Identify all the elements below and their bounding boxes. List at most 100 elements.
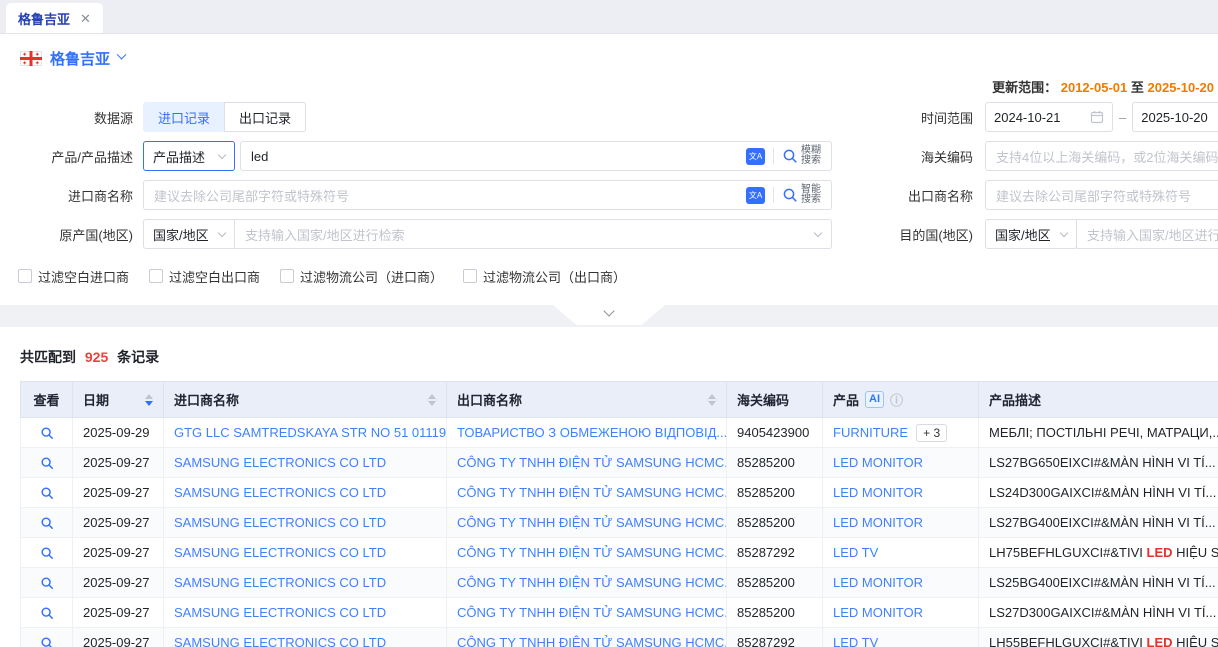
exporter-link[interactable]: ТОВАРИСТВО З ОБМЕЖЕНОЮ ВІДПОВІД...	[457, 425, 727, 440]
data-source-label: 数据源	[0, 108, 139, 127]
exporter-link[interactable]: CÔNG TY TNHH ĐIỆN TỬ SAMSUNG HCMC...	[457, 455, 727, 470]
divider	[773, 148, 774, 164]
product-tag[interactable]: LED MONITOR	[833, 515, 923, 530]
importer-link[interactable]: SAMSUNG ELECTRONICS CO LTD	[174, 605, 386, 620]
importer-name-input[interactable]: 建议去除公司尾部字符或特殊符号 文A 智能 搜索	[143, 180, 832, 210]
column-header-查看: 查看	[21, 382, 73, 418]
smart-search-button[interactable]: 智能 搜索	[782, 185, 821, 205]
importer-link[interactable]: SAMSUNG ELECTRONICS CO LTD	[174, 575, 386, 590]
product-search-input[interactable]: led 文A 模糊 搜索	[240, 141, 832, 171]
product-tag[interactable]: LED MONITOR	[833, 575, 923, 590]
date-end-value: 2025-10-20	[1141, 110, 1208, 125]
magnifier-icon	[40, 636, 54, 647]
product-mode-select[interactable]: 产品描述	[143, 141, 235, 171]
exporter-link[interactable]: CÔNG TY TNHH ĐIỆN TỬ SAMSUNG HCMC...	[457, 545, 727, 560]
column-header-日期[interactable]: 日期	[73, 382, 164, 418]
tab-bar: 格鲁吉亚 ✕	[0, 0, 1218, 34]
destination-country-select[interactable]: 国家/地区	[985, 219, 1077, 249]
sort-carets[interactable]	[708, 394, 716, 406]
origin-country-select[interactable]: 国家/地区	[143, 219, 235, 249]
close-icon[interactable]: ✕	[80, 12, 91, 25]
view-record-button[interactable]	[40, 486, 54, 500]
fuzzy-search-label: 模糊 搜索	[801, 146, 821, 166]
exporter-link[interactable]: CÔNG TY TNHH ĐIỆN TỬ SAMSUNG HCMC...	[457, 515, 727, 530]
exporter-link[interactable]: CÔNG TY TNHH ĐIỆN TỬ SAMSUNG HCMC...	[457, 635, 727, 647]
view-record-button[interactable]	[40, 516, 54, 530]
product-tag[interactable]: LED MONITOR	[833, 605, 923, 620]
hs-code-input[interactable]: 支持4位以上海关编码，或2位海关编码加	[985, 141, 1218, 171]
hs-code-placeholder: 支持4位以上海关编码，或2位海关编码加	[996, 147, 1218, 166]
destination-select-value: 国家/地区	[995, 225, 1051, 244]
date-end-input[interactable]: 2025-10-20	[1132, 102, 1218, 132]
exporter-link[interactable]: CÔNG TY TNHH ĐIỆN TỬ SAMSUNG HCMC...	[457, 485, 727, 500]
filter-checkbox-1[interactable]: 过滤空白出口商	[149, 267, 260, 286]
country-header[interactable]: 格鲁吉亚	[0, 34, 1218, 69]
record-date: 2025-09-27	[73, 598, 164, 628]
tab-export-records[interactable]: 出口记录	[224, 102, 306, 132]
importer-link[interactable]: GTG LLC SAMTREDSKAYA STR NO 51 01119...	[174, 425, 447, 440]
product-description: LH75BEFHLGUXCI#&TIVI LED HIỆU S...	[979, 538, 1218, 568]
collapse-panel-button[interactable]	[553, 305, 665, 325]
checkbox-unchecked-icon[interactable]	[280, 269, 294, 283]
view-record-button[interactable]	[40, 456, 54, 470]
view-record-button[interactable]	[40, 546, 54, 560]
filter-checkbox-3[interactable]: 过滤物流公司（出口商）	[463, 267, 626, 286]
chevron-down-icon[interactable]	[117, 49, 127, 59]
exporter-name-input[interactable]: 建议去除公司尾部字符或特殊符号	[985, 180, 1218, 210]
info-icon[interactable]: ⓘ	[890, 390, 903, 409]
product-label: 产品/产品描述	[0, 147, 139, 166]
filter-row-product: 产品/产品描述 产品描述 led 文A 模糊 搜索	[0, 141, 1218, 171]
date-start-input[interactable]: 2024-10-21	[985, 102, 1113, 132]
product-tag[interactable]: LED TV	[833, 545, 878, 560]
tab-georgia[interactable]: 格鲁吉亚 ✕	[6, 3, 103, 33]
exporter-link[interactable]: CÔNG TY TNHH ĐIỆN TỬ SAMSUNG HCMC...	[457, 575, 727, 590]
translate-icon[interactable]: 文A	[746, 187, 765, 204]
checkbox-unchecked-icon[interactable]	[18, 269, 32, 283]
checkbox-label: 过滤物流公司（进口商）	[300, 267, 443, 286]
product-tag[interactable]: LED MONITOR	[833, 455, 923, 470]
sort-carets[interactable]	[145, 394, 153, 406]
importer-link[interactable]: SAMSUNG ELECTRONICS CO LTD	[174, 455, 386, 470]
destination-country-input[interactable]: 支持输入国家/地区进行检索	[1076, 219, 1218, 249]
column-header-进口商名称[interactable]: 进口商名称	[164, 382, 447, 418]
sort-carets[interactable]	[428, 394, 436, 406]
table-header-row: 查看日期进口商名称出口商名称海关编码产品AIⓘ产品描述	[21, 382, 1218, 418]
date-range-separator: –	[1119, 110, 1126, 125]
checkbox-unchecked-icon[interactable]	[463, 269, 477, 283]
hs-code-label: 海关编码	[832, 147, 985, 166]
column-header-出口商名称[interactable]: 出口商名称	[447, 382, 727, 418]
view-record-button[interactable]	[40, 576, 54, 590]
product-tag[interactable]: LED MONITOR	[833, 485, 923, 500]
exporter-link[interactable]: CÔNG TY TNHH ĐIỆN TỬ SAMSUNG HCMC...	[457, 605, 727, 620]
hs-code: 85285200	[727, 478, 823, 508]
product-description: МЕБЛІ; ПОСТІЛЬНІ РЕЧІ, МАТРАЦИ,...	[979, 418, 1218, 448]
checkbox-label: 过滤空白进口商	[38, 267, 129, 286]
view-record-button[interactable]	[40, 426, 54, 440]
importer-link[interactable]: SAMSUNG ELECTRONICS CO LTD	[174, 485, 386, 500]
view-record-button[interactable]	[40, 606, 54, 620]
tab-import-records[interactable]: 进口记录	[143, 102, 225, 132]
importer-link[interactable]: SAMSUNG ELECTRONICS CO LTD	[174, 545, 386, 560]
filter-checkbox-0[interactable]: 过滤空白进口商	[18, 267, 129, 286]
search-icon	[782, 187, 798, 203]
checkbox-unchecked-icon[interactable]	[149, 269, 163, 283]
importer-link[interactable]: SAMSUNG ELECTRONICS CO LTD	[174, 515, 386, 530]
fuzzy-search-button[interactable]: 模糊 搜索	[782, 146, 821, 166]
record-date: 2025-09-27	[73, 448, 164, 478]
table-row: 2025-09-27SAMSUNG ELECTRONICS CO LTDCÔNG…	[21, 538, 1218, 568]
product-more-badge[interactable]: + 3	[916, 424, 947, 442]
product-tag[interactable]: FURNITURE	[833, 425, 908, 440]
translate-icon[interactable]: 文A	[746, 148, 765, 165]
magnifier-icon	[40, 576, 54, 590]
ai-badge: AI	[865, 391, 884, 408]
hs-code: 85285200	[727, 448, 823, 478]
filter-row-importer: 进口商名称 建议去除公司尾部字符或特殊符号 文A 智能 搜索	[0, 180, 1218, 210]
importer-link[interactable]: SAMSUNG ELECTRONICS CO LTD	[174, 635, 386, 647]
checkbox-label: 过滤空白出口商	[169, 267, 260, 286]
view-record-button[interactable]	[40, 636, 54, 647]
divider	[773, 187, 774, 203]
filter-checkbox-2[interactable]: 过滤物流公司（进口商）	[280, 267, 443, 286]
origin-country-input[interactable]: 支持输入国家/地区进行检索	[234, 219, 832, 249]
product-tag[interactable]: LED TV	[833, 635, 878, 647]
record-date: 2025-09-29	[73, 418, 164, 448]
